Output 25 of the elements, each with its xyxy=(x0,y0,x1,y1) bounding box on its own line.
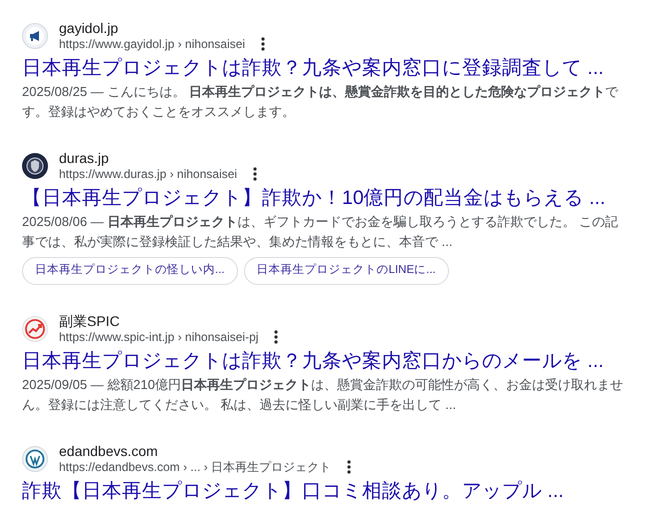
site-name: duras.jp xyxy=(59,150,110,166)
more-options-icon[interactable] xyxy=(261,37,266,51)
more-options-icon[interactable] xyxy=(347,460,352,474)
related-link-chip[interactable]: 日本再生プロジェクトの怪しい内... xyxy=(22,257,238,285)
more-options-icon[interactable] xyxy=(253,167,258,181)
megaphone-icon xyxy=(22,23,48,49)
site-name: edandbevs.com xyxy=(59,443,159,459)
result-snippet: 2025/08/06 — 日本再生プロジェクトは、ギフトカードでお金を騙し取ろうとする詐欺でした。 この記事では、私が実際に登録検証した結果や、集めた情報をもとに、本音で ... xyxy=(22,213,619,251)
result-title-link[interactable]: 詐欺【日本再生プロジェクト】口コミ相談あり。アップル ... xyxy=(22,479,628,503)
more-options-icon[interactable] xyxy=(274,330,278,344)
site-url: https://www.spic-int.jp › nihonsaisei-pj xyxy=(59,329,258,345)
site-name: gayidol.jp xyxy=(59,20,120,36)
site-name: 副業SPIC xyxy=(59,313,121,329)
wordpress-icon xyxy=(22,446,48,472)
shield-icon xyxy=(22,153,48,179)
site-url: https://www.duras.jp › nihonsaisei xyxy=(59,166,238,182)
site-url: https://www.gayidol.jp › nihonsaisei xyxy=(59,36,246,52)
result-snippet: 2025/09/05 — 総額210億円日本再生プロジェクトは、懸賞金詐欺の可能性が高く、お金は受け取れません。登録には注意してください。 私は、過去に怪しい副業に手を出して ... xyxy=(22,376,624,414)
result-title-link[interactable]: 【日本再生プロジェクト】詐欺か！10億円の配当金はもらえる ... xyxy=(22,186,628,210)
result-title-link[interactable]: 日本再生プロジェクトは詐欺？九条や案内窓口からのメールを ... xyxy=(22,349,628,373)
result-snippet: 2025/08/25 — こんにちは。 日本再生プロジェクトは、懸賞金詐欺を目的とした危険なプロジェクトです。登録はやめておくことをオススメします。 xyxy=(22,83,620,121)
site-url: https://edandbevs.com › ... › 日本再生プロジェクト xyxy=(59,459,332,475)
trend-arrow-icon xyxy=(22,316,48,342)
related-link-chip[interactable]: 日本再生プロジェクトのLINEに... xyxy=(244,257,449,285)
result-title-link[interactable]: 日本再生プロジェクトは詐欺？九条や案内窓口に登録調査して ... xyxy=(22,56,628,80)
